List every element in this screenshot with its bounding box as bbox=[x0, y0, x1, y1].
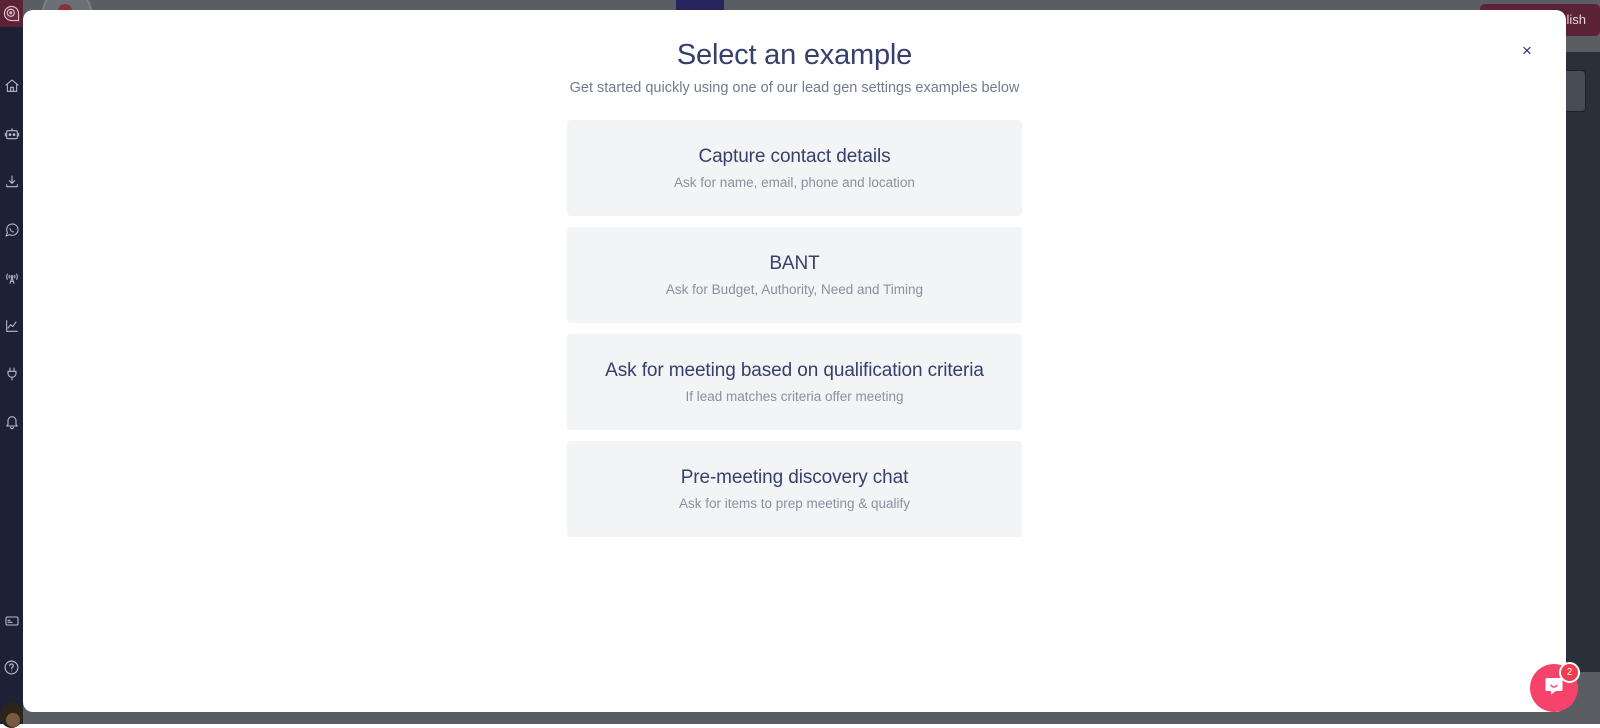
avatar-image bbox=[0, 702, 23, 728]
modal-body: Select an example Get started quickly us… bbox=[23, 10, 1566, 537]
example-card-ask-for-meeting[interactable]: Ask for meeting based on qualification c… bbox=[567, 334, 1022, 430]
example-card-bant[interactable]: BANT Ask for Budget, Authority, Need and… bbox=[567, 227, 1022, 323]
sidebar-item-notifications[interactable] bbox=[0, 398, 23, 446]
example-card-title: Ask for meeting based on qualification c… bbox=[605, 360, 984, 381]
broadcast-antenna-icon bbox=[4, 270, 20, 286]
example-list: Capture contact details Ask for name, em… bbox=[567, 120, 1022, 537]
intercom-chat-launcher[interactable]: 2 bbox=[1530, 662, 1580, 712]
sidebar-item-inbox[interactable] bbox=[0, 158, 23, 206]
sidebar-item-whatsapp[interactable] bbox=[0, 206, 23, 254]
select-example-modal: × Select an example Get started quickly … bbox=[23, 10, 1566, 712]
modal-subtitle: Get started quickly using one of our lea… bbox=[569, 80, 1020, 96]
sidebar-item-broadcast[interactable] bbox=[0, 254, 23, 302]
sidebar bbox=[0, 0, 23, 728]
example-card-description: If lead matches criteria offer meeting bbox=[685, 389, 904, 404]
example-card-pre-meeting-discovery-chat[interactable]: Pre-meeting discovery chat Ask for items… bbox=[567, 441, 1022, 537]
example-card-title: Pre-meeting discovery chat bbox=[680, 467, 909, 488]
sidebar-item-integrations[interactable] bbox=[0, 350, 23, 398]
plug-integrations-icon bbox=[4, 366, 20, 382]
sidebar-bottom-nav bbox=[0, 598, 23, 728]
sidebar-item-bots[interactable] bbox=[0, 110, 23, 158]
sidebar-nav bbox=[0, 62, 23, 446]
whatsapp-icon bbox=[4, 222, 20, 238]
sidebar-item-home[interactable] bbox=[0, 62, 23, 110]
modal-title: Select an example bbox=[676, 39, 913, 71]
intercom-unread-badge: 2 bbox=[1559, 662, 1580, 683]
robot-icon bbox=[4, 126, 20, 142]
example-card-title: Capture contact details bbox=[698, 146, 891, 167]
bell-notifications-icon bbox=[4, 414, 20, 430]
example-card-description: Ask for items to prep meeting & qualify bbox=[678, 496, 911, 511]
example-card-title: BANT bbox=[769, 253, 820, 274]
app-logo[interactable] bbox=[0, 0, 23, 27]
sidebar-item-billing[interactable] bbox=[0, 598, 23, 644]
example-card-description: Ask for name, email, phone and location bbox=[674, 175, 915, 190]
help-question-icon bbox=[3, 659, 20, 676]
billing-card-icon bbox=[4, 613, 20, 629]
user-avatar[interactable] bbox=[0, 690, 23, 728]
sidebar-item-help[interactable] bbox=[0, 644, 23, 690]
example-card-description: Ask for Budget, Authority, Need and Timi… bbox=[665, 282, 924, 297]
sidebar-item-analytics[interactable] bbox=[0, 302, 23, 350]
download-inbox-icon bbox=[4, 174, 20, 190]
home-icon bbox=[4, 78, 20, 94]
analytics-chart-icon bbox=[4, 318, 20, 334]
example-card-capture-contact-details[interactable]: Capture contact details Ask for name, em… bbox=[567, 120, 1022, 216]
